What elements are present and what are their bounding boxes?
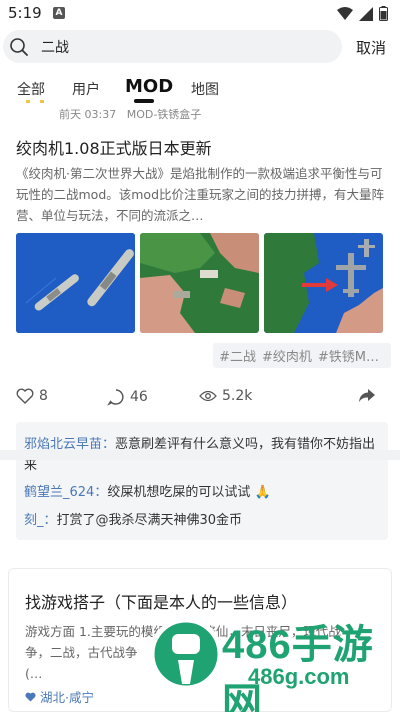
tab-mod[interactable]: MOD [125,76,173,97]
watermark-brand: 486手游网 [222,623,374,712]
search-tabs: 全部 用户 MOD 地图 [0,70,400,106]
active-tab-indicator [134,99,154,103]
tag[interactable]: #二战 [219,346,256,365]
notification-icon: A [53,7,65,19]
share-icon [359,389,375,402]
post-image[interactable] [264,233,383,333]
post-images [16,233,384,333]
post-image[interactable] [140,233,259,333]
post-meta: 前天 03:37 MOD-铁锈盒子 [59,106,201,122]
post-body-ellipsis: (… [25,666,43,681]
search-icon [10,38,28,56]
post-actions: 8 46 5.2k [0,388,400,412]
view-count: 5.2k [222,388,253,404]
status-time: 5:19 [8,4,42,22]
like-button[interactable]: 8 [16,388,48,404]
comment-icon [107,389,124,406]
signal-icon [359,6,373,21]
comment-author[interactable]: 刻_： [24,513,57,528]
comment-text: 打赏了@我杀尽满天神佛30金币 [56,513,243,528]
views-indicator: 5.2k [199,388,252,404]
comment-preview[interactable]: 邪焰北云早苗：恶意刷差评有什么意义吗，我有错你不妨指出来 鹤望兰_624：绞屎机… [16,422,388,540]
post-tags: #二战 #绞肉机 #铁锈M… [213,343,391,368]
battery-icon [379,6,388,21]
watermark-url: 486g.com [248,664,350,689]
comment-author[interactable]: 鹤望兰_624： [24,485,107,500]
status-icons [337,6,388,21]
comment-count: 46 [130,389,148,405]
share-button[interactable] [358,388,376,404]
post-title[interactable]: 绞肉机1.08正式版日本更新 [16,135,212,159]
location-text: 湖北·咸宁 [40,690,94,705]
comment-item: 刻_：打赏了@我杀尽满天神佛30金币 [24,510,384,531]
post-source: MOD-铁锈盒子 [126,108,202,121]
comment-button[interactable]: 46 [107,388,148,406]
post-image[interactable] [16,233,135,333]
eye-icon [199,390,217,402]
post-body: 《绞肉机·第二次世界大战》是焰批制作的一款极端追求平衡性与可玩性的二战mod。该… [16,166,385,223]
tab-all[interactable]: 全部 [17,79,45,99]
heart-location-icon [25,692,36,701]
tab-maps[interactable]: 地图 [191,79,219,99]
post-time: 前天 03:37 [59,108,117,121]
heart-icon [16,388,34,404]
search-query: 二战 [41,40,69,56]
search-input[interactable]: 二战 [3,30,342,63]
post-location: 湖北·咸宁 [25,687,94,706]
wifi-icon [337,6,353,20]
search-bar: 二战 取消 [0,28,400,68]
comment-item: 鹤望兰_624：绞屎机想吃屎的可以试试 🙏 [24,482,384,503]
cancel-button[interactable]: 取消 [356,37,386,58]
avatar [26,100,44,103]
tab-users[interactable]: 用户 [72,79,100,99]
like-count: 8 [39,388,48,404]
comment-text: 绞屎机想吃屎的可以试试 🙏 [107,485,271,500]
watermark: 486手游网 486g.com [150,604,400,712]
section-divider [0,450,400,460]
tag[interactable]: #绞肉机 [262,346,312,365]
status-bar: 5:19 A [0,0,400,28]
watermark-logo [150,617,222,691]
tag[interactable]: #铁锈M… [318,346,379,365]
